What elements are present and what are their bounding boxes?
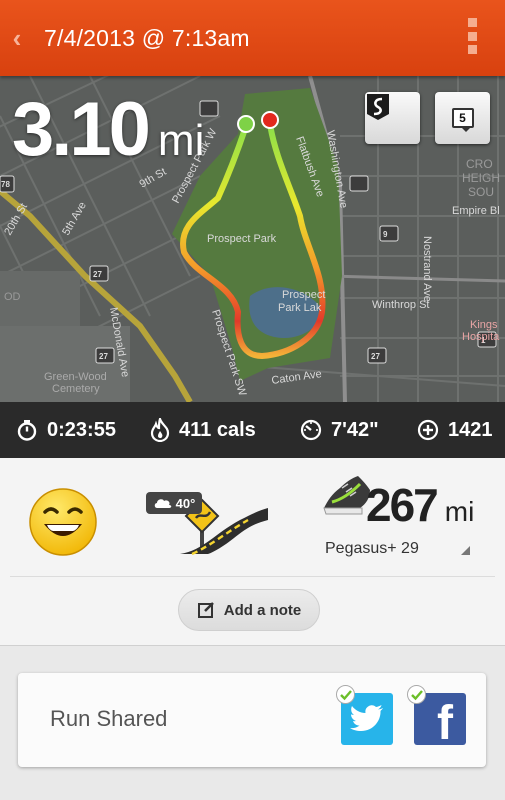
shoe-miles-value: 267 <box>366 479 439 531</box>
distance-readout: 3.10 mi <box>12 86 204 173</box>
run-summary-panel: 40° 267 mi Pegasus+ 29 Add a note <box>0 458 505 646</box>
shoe-name[interactable]: Pegasus+ 29 <box>325 540 419 558</box>
calories-value: 411 cals <box>179 418 256 441</box>
mood-selector[interactable] <box>27 486 99 563</box>
map-label: SOU <box>468 185 494 199</box>
pace-value: 7'42" <box>331 418 379 441</box>
shoe-dropdown-caret-icon[interactable] <box>461 546 470 555</box>
run-date-title: 7/4/2013 @ 7:13am <box>44 24 250 51</box>
map-label: Kings <box>470 319 498 331</box>
shoe-selector[interactable] <box>322 472 372 516</box>
fuel-value: 1421 <box>448 418 493 441</box>
map-label: OD <box>4 291 21 303</box>
route-shield-label: 27 <box>93 270 102 279</box>
duration-stat: 0:23:55 <box>16 402 116 458</box>
distance-unit: mi <box>157 116 205 165</box>
map-label: CRO <box>466 157 493 171</box>
header-bar: ‹ 7/4/2013 @ 7:13am <box>0 0 505 76</box>
route-map[interactable]: 27 27 27 1 9 78 9th St 5th Ave 20th St P… <box>0 76 505 402</box>
duration-value: 0:23:55 <box>47 418 116 441</box>
map-label: Empire Bl <box>452 205 500 217</box>
shoe-distance: 267 mi <box>366 478 474 532</box>
route-shield-label: 78 <box>1 180 10 189</box>
route-shield-label: 27 <box>371 352 380 361</box>
stats-bar: 0:23:55 411 cals 7'42" 1421 <box>0 402 505 458</box>
smiley-icon <box>29 488 97 556</box>
temperature-value: 40° <box>175 495 196 511</box>
run-detail-screen: ‹ 7/4/2013 @ 7:13am 27 27 27 1 9 78 9th … <box>0 0 505 800</box>
share-card: Run Shared f <box>18 673 486 767</box>
route-shield-label: 27 <box>99 352 108 361</box>
edit-note-icon <box>197 601 215 619</box>
route-toggle-button[interactable] <box>365 92 420 144</box>
splits-icon: 5 <box>451 108 474 132</box>
twitter-check-icon <box>336 685 355 704</box>
stopwatch-icon <box>16 419 38 441</box>
splits-count: 5 <box>459 111 466 125</box>
chevron-left-icon: ‹ <box>12 22 22 53</box>
weather-badge: 40° <box>146 492 202 514</box>
twitter-icon <box>350 705 383 731</box>
map-label: Winthrop St <box>372 299 429 311</box>
share-status-label: Run Shared <box>50 706 168 731</box>
map-label: Green-Wood <box>44 371 107 383</box>
map-label: Cemetery <box>52 383 100 395</box>
cloud-icon <box>154 499 171 508</box>
lake-label: Prospect <box>282 289 325 301</box>
facebook-check-icon <box>407 685 426 704</box>
pace-stat: 7'42" <box>300 402 379 458</box>
facebook-icon: f <box>437 696 453 750</box>
distance-value: 3.10 <box>12 87 151 172</box>
overflow-menu-icon[interactable] <box>468 18 477 54</box>
park-label: Prospect Park <box>207 233 277 245</box>
add-note-label: Add a note <box>223 601 302 619</box>
map-label: Hospita <box>462 331 500 343</box>
map-label: Nostrand Ave <box>421 236 433 302</box>
summary-divider <box>10 576 495 577</box>
back-button[interactable]: ‹ <box>4 23 30 54</box>
shoe-icon <box>323 476 370 515</box>
fuel-plus-icon <box>417 419 439 441</box>
route-shield-label: 9 <box>383 230 388 239</box>
speedometer-icon <box>300 419 322 441</box>
lake-label: Park Lak <box>278 302 322 314</box>
shoe-miles-unit: mi <box>444 496 475 527</box>
map-label: HEIGH <box>462 171 500 185</box>
flame-icon <box>150 418 170 442</box>
calories-stat: 411 cals <box>150 402 256 458</box>
add-note-button[interactable]: Add a note <box>178 589 320 631</box>
fuel-stat: 1421 <box>417 402 493 458</box>
splits-button[interactable]: 5 <box>435 92 490 144</box>
route-icon <box>367 94 389 120</box>
